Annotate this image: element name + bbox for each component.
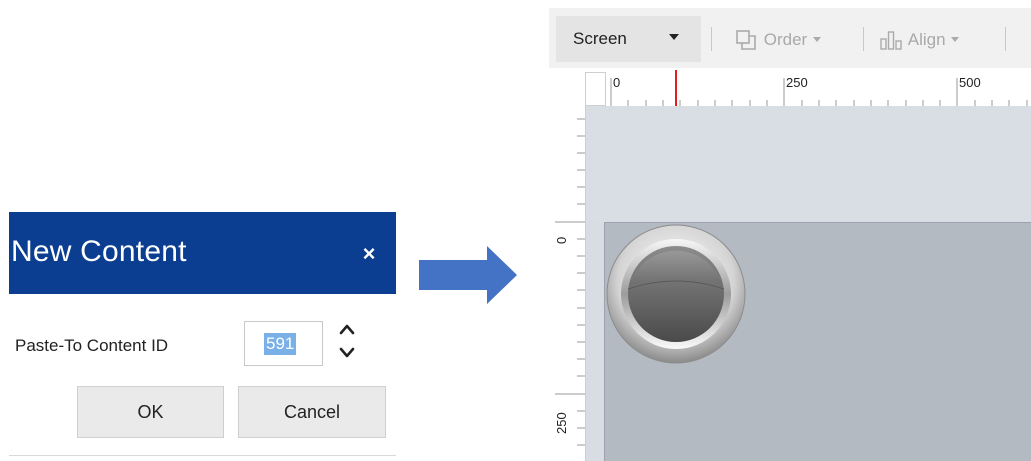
cancel-button[interactable]: Cancel xyxy=(238,386,386,438)
right-arrow-icon xyxy=(419,246,517,304)
content-id-value: 591 xyxy=(264,333,297,355)
screen-dropdown-label: Screen xyxy=(573,29,627,48)
ruler-label-v0: 0 xyxy=(554,236,569,244)
caret-down-icon xyxy=(951,37,960,43)
ruler-label-250: 250 xyxy=(786,75,808,90)
close-icon[interactable]: × xyxy=(359,243,379,265)
screen-editor: Screen Order Align 0 250 500 0 250 xyxy=(549,8,1031,461)
toolbar-separator xyxy=(863,27,864,51)
toolbar-separator xyxy=(1005,27,1006,51)
chevron-up-icon[interactable] xyxy=(333,318,361,340)
order-dropdown[interactable]: Order xyxy=(735,28,822,51)
align-dropdown[interactable]: Align xyxy=(879,28,960,51)
content-id-stepper[interactable] xyxy=(333,318,361,366)
order-icon xyxy=(736,29,756,50)
ruler-corner xyxy=(585,72,606,106)
ruler-ticks xyxy=(555,118,585,446)
align-label: Align xyxy=(907,29,946,49)
order-label: Order xyxy=(763,29,808,49)
toolbar-separator xyxy=(711,27,712,51)
ruler-label-0: 0 xyxy=(613,75,621,90)
align-icon xyxy=(880,30,902,50)
editor-toolbar: Screen Order Align xyxy=(549,8,1031,69)
screen-dropdown[interactable]: Screen xyxy=(556,16,701,62)
ruler-label-500: 500 xyxy=(959,75,981,90)
dialog-divider xyxy=(9,455,396,456)
horizontal-ruler[interactable]: 0 250 500 xyxy=(549,68,1031,107)
knob-object[interactable] xyxy=(605,223,747,365)
caret-down-icon xyxy=(812,37,821,43)
dialog-title: New Content xyxy=(11,235,187,268)
ruler-label-v250: 250 xyxy=(554,412,569,434)
vertical-ruler[interactable]: 0 250 xyxy=(549,106,586,461)
dialog-header: New Content × xyxy=(9,212,396,294)
paste-to-content-id-label: Paste-To Content ID xyxy=(15,336,169,355)
caret-down-icon xyxy=(669,34,679,40)
canvas-background xyxy=(586,106,1031,222)
content-id-input[interactable]: 591 xyxy=(244,321,323,366)
chevron-down-icon[interactable] xyxy=(333,342,361,364)
ok-button[interactable]: OK xyxy=(77,386,224,438)
